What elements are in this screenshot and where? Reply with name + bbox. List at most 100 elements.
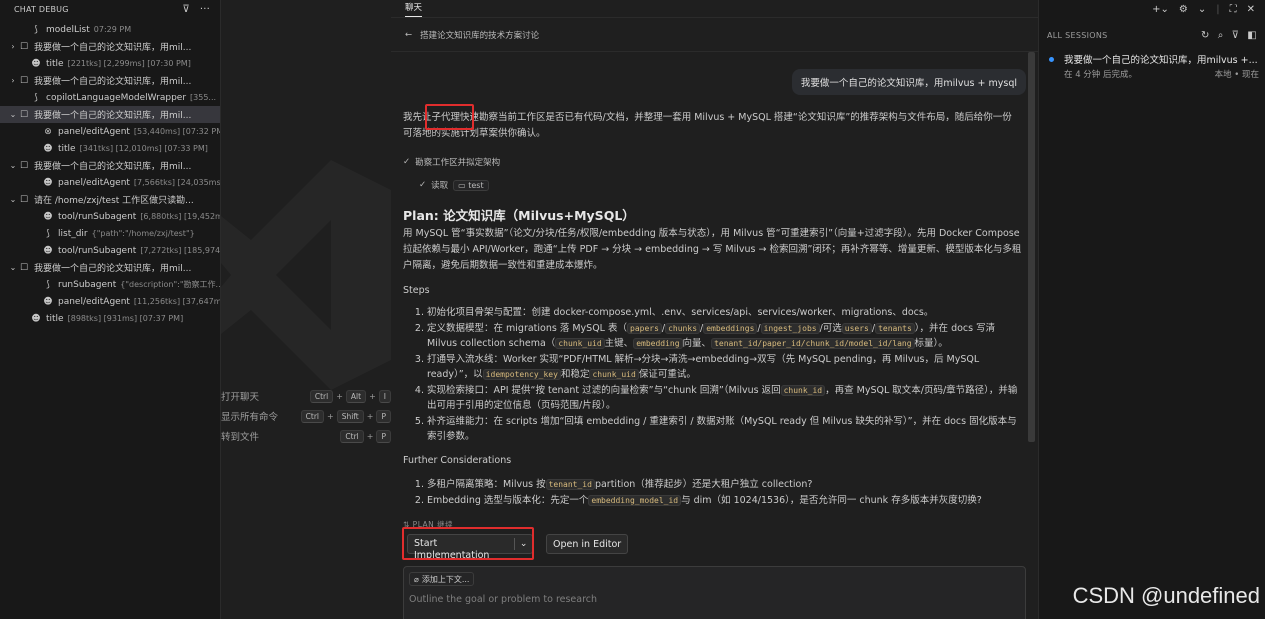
chat-session-title: 搭建论文知识库的技术方案讨论 xyxy=(420,30,540,41)
session-title: 我要做一个自己的论文知识库，用milvus +... xyxy=(1064,55,1258,66)
debug-item-label: 请在 /home/zxj/test 工作区做只读勘... xyxy=(34,196,194,206)
debug-tree-item[interactable]: ⊗ panel/editAgent [53,440ms] [07:32 PM] xyxy=(0,123,220,140)
assistant-intro: 我先让子代理快速勘察当前工作区是否已有代码/文档，并整理一套用 Milvus +… xyxy=(403,112,1012,139)
chat-input-box[interactable]: ⌀ 添加上下文... Outline the goal or problem t… xyxy=(403,566,1026,619)
debug-item-label: tool/runSubagent xyxy=(58,211,137,222)
key-cap: Alt xyxy=(345,389,367,403)
chevron-icon[interactable]: › xyxy=(8,76,18,85)
folder-chip[interactable]: ▭ test xyxy=(453,179,489,191)
inline-code: chunk_uid xyxy=(589,369,639,380)
shortcut-hints: 打开聊天 Ctrl + Alt + I 显示所有命令 Ctrl + Shift + P 转到文件 Ctrl… xyxy=(221,386,391,446)
debug-tree-item[interactable]: › ☐ 我要做一个自己的论文知识库，用mil... xyxy=(0,72,220,89)
search-icon[interactable]: ⌕ xyxy=(1218,30,1224,41)
debug-item-meta: [221tks] [2,299ms] [07:30 PM] xyxy=(67,59,191,68)
inline-code: chunk_uid xyxy=(555,338,605,349)
debug-tree-item[interactable]: ⌄ ☐ 我要做一个自己的论文知识库，用mil... xyxy=(0,106,220,123)
debug-item-label: list_dir xyxy=(58,228,88,239)
copilot-icon: ☻ xyxy=(43,211,53,222)
add-context-label: 添加上下文... xyxy=(421,574,470,584)
debug-item-label: 我要做一个自己的论文知识库，用mil... xyxy=(34,111,192,121)
user-message: 我要做一个自己的论文知识库，用milvus + mysql xyxy=(791,69,1026,95)
debug-tree-item[interactable]: ⌄ ☐ 我要做一个自己的论文知识库，用mil... xyxy=(0,157,220,174)
filter-icon[interactable]: ⊽ xyxy=(182,4,190,15)
chevron-icon[interactable]: ⌄ xyxy=(8,161,18,170)
step-item: 实现检索接口：API 提供“按 tenant 过滤的向量检索”与“chunk 回… xyxy=(427,383,1022,414)
shortcut-keys: Ctrl + P xyxy=(340,429,391,443)
tab-chat[interactable]: 聊天 xyxy=(405,1,423,17)
more-icon[interactable]: ··· xyxy=(200,4,210,15)
csdn-watermark: CSDN @undefined xyxy=(1072,583,1260,608)
inline-code: tenant_id/paper_id/chunk_id/model_id/lan… xyxy=(711,338,915,349)
layout-icon[interactable]: ◧ xyxy=(1247,30,1257,41)
shortcut-row: 转到文件 Ctrl + P xyxy=(221,426,391,446)
further-text: 多租户隔离策略：Milvus 按 xyxy=(427,479,546,490)
chevron-icon[interactable]: › xyxy=(8,42,18,51)
further-text: partition（推荐起步）还是大租户独立 collection? xyxy=(594,479,813,490)
back-arrow-icon[interactable]: ← xyxy=(405,30,412,40)
chat-panel: 聊天 ← 搭建论文知识库的技术方案讨论 我要做一个自己的论文知识库，用milvu… xyxy=(391,0,1038,619)
debug-tree-item[interactable]: ☻ title [898tks] [931ms] [07:37 PM] xyxy=(0,310,220,327)
more-icon[interactable]: ⌄ xyxy=(1198,4,1206,15)
refresh-icon[interactable]: ↻ xyxy=(1201,30,1210,41)
sessions-list: 我要做一个自己的论文知识库，用milvus +... 在 4 分钟 后完成。 本地 … xyxy=(1039,52,1265,80)
debug-item-meta: [7,272tks] [185,974... xyxy=(140,246,220,255)
debug-tree-item[interactable]: ☻ tool/runSubagent[6,880tks] [19,452m... xyxy=(0,208,220,225)
debug-step-icon: ⟆ xyxy=(34,92,38,103)
task-done-row[interactable]: ✓ 勘察工作区并拟定架构 xyxy=(403,156,500,168)
debug-tree-item[interactable]: ☻ panel/editAgent [11,256tks] [37,647m... xyxy=(0,293,220,310)
filter-icon[interactable]: ⊽ xyxy=(1232,30,1240,41)
debug-tree-item[interactable]: ☻ title [221tks] [2,299ms] [07:30 PM] xyxy=(0,55,220,72)
step-item: 初始化项目骨架与配置：创建 docker-compose.yml、.env、se… xyxy=(427,305,1022,321)
step-text: 补齐运维能力：在 scripts 增加“回填 embedding / 重建索引 … xyxy=(427,415,1017,443)
debug-step-icon: ⟆ xyxy=(46,279,50,290)
chat-bubble-icon: ☐ xyxy=(19,262,29,273)
debug-item-meta: [355... xyxy=(190,93,217,102)
inline-code: ingest_jobs xyxy=(760,322,820,334)
debug-tree-item[interactable]: ⌄ ☐ 请在 /home/zxj/test 工作区做只读勘... xyxy=(0,191,220,208)
debug-item-label: 我要做一个自己的论文知识库，用mil... xyxy=(34,77,192,87)
open-in-editor-button[interactable]: Open in Editor xyxy=(546,534,629,554)
debug-tree-item[interactable]: ⟆ modelList 07:29 PM xyxy=(0,21,220,38)
debug-item-label: title xyxy=(46,313,64,324)
chevron-icon[interactable]: ⌄ xyxy=(8,110,18,119)
shortcut-label: 显示所有命令 xyxy=(221,412,279,423)
debug-step-icon: ⟆ xyxy=(34,24,38,35)
debug-tree-item[interactable]: ☻ title [341tks] [12,010ms] [07:33 PM] xyxy=(0,140,220,157)
debug-item-label: copilotLanguageModelWrapper xyxy=(46,92,187,103)
chat-bubble-icon: ☐ xyxy=(19,194,29,205)
session-item[interactable]: 我要做一个自己的论文知识库，用milvus +... 在 4 分钟 后完成。 本地 … xyxy=(1039,52,1265,80)
copilot-icon: ☻ xyxy=(31,313,41,324)
chat-input-placeholder[interactable]: Outline the goal or problem to research xyxy=(409,594,597,605)
step-item: 定义数据模型：在 migrations 落 MySQL 表（papers/chu… xyxy=(427,321,1022,352)
chevron-icon[interactable]: ⌄ xyxy=(8,263,18,272)
debug-item-label: title xyxy=(46,58,64,69)
step-text: 向量、 xyxy=(682,338,712,349)
step-item: 打通导入流水线：Worker 实现“PDF/HTML 解析→分块→清洗→embe… xyxy=(427,352,1022,383)
chat-scrollbar[interactable] xyxy=(1028,52,1035,442)
debug-item-label: title xyxy=(58,143,76,154)
paperclip-icon: ⌀ xyxy=(414,574,419,584)
inline-code: embedding_model_id xyxy=(588,494,682,506)
add-context-button[interactable]: ⌀ 添加上下文... xyxy=(409,572,475,586)
debug-tree-item[interactable]: ⟆ list_dir {"path":"/home/zxj/test"} xyxy=(0,225,220,242)
error-circle-icon: ⊗ xyxy=(44,126,52,137)
debug-tree-item[interactable]: ⟆ copilotLanguageModelWrapper [355... xyxy=(0,89,220,106)
debug-tree-item[interactable]: ☻ panel/editAgent[7,566tks] [24,035ms]... xyxy=(0,174,220,191)
chat-tab-bar: 聊天 xyxy=(391,0,1038,18)
gear-icon[interactable]: ⚙ xyxy=(1179,4,1188,15)
key-cap: Shift xyxy=(336,409,364,423)
further-item: 多租户隔离策略：Milvus 按tenant_idpartition（推荐起步）… xyxy=(427,477,1022,493)
new-chat-icon[interactable]: +⌄ xyxy=(1152,4,1169,15)
debug-tree-item[interactable]: ⟆ runSubagent {"description":"勘察工作... xyxy=(0,276,220,293)
sessions-panel: +⌄ ⚙ ⌄ | ⛶ ✕ ALL SESSIONS ↻ ⌕ ⊽ ◧ 我要做一个自… xyxy=(1038,0,1265,619)
plus-sign: + xyxy=(336,391,343,401)
debug-tree-item[interactable]: ☻ tool/runSubagent [7,272tks] [185,974... xyxy=(0,242,220,259)
chevron-icon[interactable]: ⌄ xyxy=(8,195,18,204)
copilot-icon: ☻ xyxy=(43,245,53,256)
maximize-icon[interactable]: ⛶ xyxy=(1230,4,1237,15)
step-item: 补齐运维能力：在 scripts 增加“回填 embedding / 重建索引 … xyxy=(427,414,1022,445)
close-icon[interactable]: ✕ xyxy=(1247,4,1255,15)
debug-tree-item[interactable]: ⌄ ☐ 我要做一个自己的论文知识库，用mil... xyxy=(0,259,220,276)
step-text: 主键、 xyxy=(604,338,634,349)
debug-tree-item[interactable]: › ☐ 我要做一个自己的论文知识库，用mil... xyxy=(0,38,220,55)
